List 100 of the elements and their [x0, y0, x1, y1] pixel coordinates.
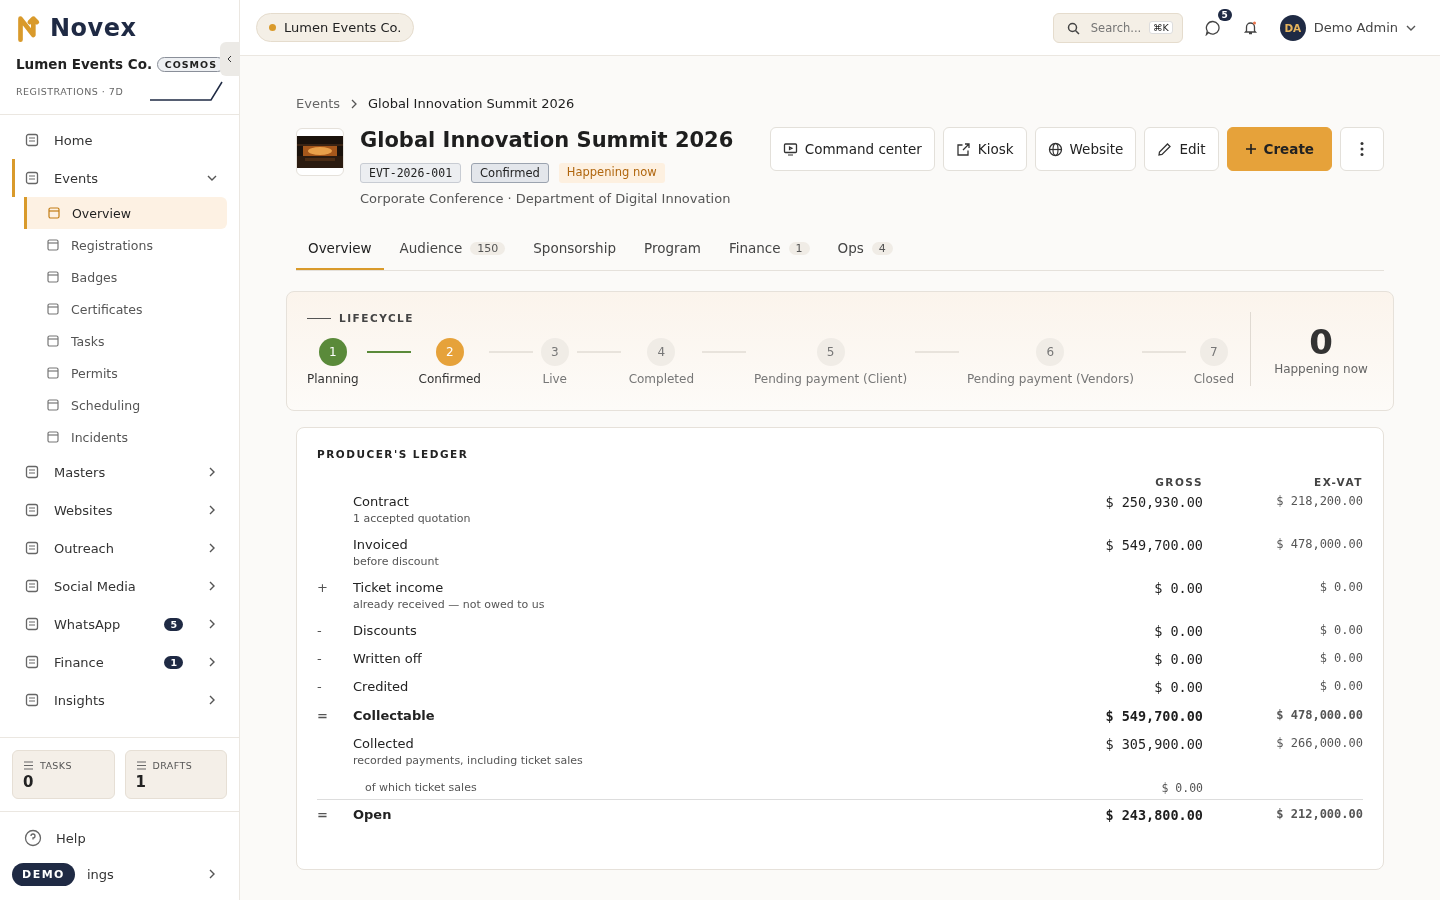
step-marker: 7: [1199, 338, 1228, 366]
step-label: Closed: [1193, 372, 1234, 386]
nav-item[interactable]: Help: [12, 820, 227, 856]
chevron-left-icon: [226, 55, 234, 63]
stat-card[interactable]: TASKS 0: [12, 750, 115, 799]
ex-vat-amount: $ 218,200.00: [1275, 494, 1363, 508]
section-title: PRODUCER'S LEDGER: [317, 448, 470, 460]
plus-icon: [1244, 143, 1257, 155]
external-link-icon: [955, 141, 971, 157]
tab[interactable]: Overview: [296, 230, 384, 270]
action-button[interactable]: Command center: [769, 127, 935, 171]
step-marker: 5: [816, 338, 845, 366]
create-button[interactable]: Create: [1226, 127, 1332, 171]
ledger-label: Ticket income: [353, 580, 445, 595]
document-icon: [46, 430, 60, 444]
breadcrumb-current: Global Innovation Summit 2026: [368, 96, 575, 111]
sign: =: [317, 708, 329, 723]
status-badge: Confirmed: [471, 163, 549, 183]
ledger-label: Collectable: [353, 708, 436, 723]
step-marker: 1: [318, 338, 347, 366]
nav-item[interactable]: Social Media: [12, 567, 227, 605]
tab[interactable]: Program: [632, 230, 713, 270]
count-badge: 4: [871, 241, 893, 255]
action-button[interactable]: Edit: [1144, 127, 1219, 171]
bell-icon: [1242, 20, 1258, 35]
nav-subitem[interactable]: Incidents: [24, 421, 227, 453]
gross-amount: $ 0.00: [1154, 651, 1203, 667]
nav-subitem[interactable]: Certificates: [24, 293, 227, 325]
breadcrumb-link[interactable]: Events: [296, 96, 340, 111]
nav-subitem[interactable]: Overview: [24, 197, 227, 229]
nav-item[interactable]: ings: [74, 856, 227, 892]
notifications-button[interactable]: [1242, 20, 1258, 35]
more-icon: [1360, 141, 1364, 157]
step-label: Pending payment (Vendors): [967, 372, 1134, 386]
ledger-label: Credited: [353, 679, 410, 694]
document-icon: [46, 398, 60, 412]
step-label: Pending payment (Client): [753, 372, 908, 386]
document-icon: [46, 334, 60, 348]
step-marker: 2: [435, 338, 464, 366]
tab[interactable]: Finance 1: [716, 230, 822, 270]
nav-subitem[interactable]: Tasks: [24, 325, 227, 357]
user-menu[interactable]: DA Demo Admin: [1279, 14, 1416, 41]
nav-item[interactable]: Insights: [12, 681, 227, 719]
live-badge: Happening now: [558, 163, 665, 183]
section-title: LIFECYCLE: [339, 312, 414, 324]
gross-amount: $ 0.00: [1161, 781, 1203, 795]
brand-name: Novex: [50, 14, 137, 42]
tab[interactable]: Audience 150: [387, 230, 518, 270]
chevron-right-icon: [207, 869, 217, 879]
step-marker: 3: [540, 338, 569, 366]
counter-label: Happening now: [1274, 362, 1368, 376]
sign: -: [317, 623, 323, 638]
gross-amount: $ 0.00: [1154, 679, 1203, 695]
nav-subitem[interactable]: Scheduling: [24, 389, 227, 421]
nav-item[interactable]: WhatsApp 5: [12, 605, 227, 643]
chevron-right-icon: [207, 543, 217, 553]
nav-subitem[interactable]: Registrations: [24, 229, 227, 261]
nav-subitem[interactable]: Permits: [24, 357, 227, 389]
step-label: Live: [542, 372, 567, 386]
count-badge: 5: [164, 617, 183, 631]
chevron-right-icon: [207, 505, 217, 515]
column-header: GROSS: [1154, 476, 1203, 488]
nav-item[interactable]: Masters: [12, 453, 227, 491]
ledger-note: before discount: [353, 555, 440, 568]
nav-item[interactable]: Websites: [12, 491, 227, 529]
monitor-icon: [782, 141, 798, 157]
search-icon: [1066, 21, 1080, 35]
sign: +: [317, 580, 329, 595]
ex-vat-amount: $ 0.00: [1318, 679, 1363, 693]
step-label: Planning: [307, 372, 359, 386]
count-badge: 1: [164, 655, 183, 669]
step-label: Completed: [628, 372, 695, 386]
nav-subitem[interactable]: Badges: [24, 261, 227, 293]
ledger-label: Discounts: [353, 623, 418, 638]
chevron-right-icon: [207, 657, 217, 667]
demo-badge: DEMO: [12, 862, 75, 886]
count-badge: 150: [470, 241, 506, 255]
tab[interactable]: Sponsorship: [521, 230, 628, 270]
gross-amount: $ 305,900.00: [1105, 736, 1203, 752]
organization-chip[interactable]: Lumen Events Co.: [256, 13, 415, 42]
stat-label: DRAFTS: [152, 760, 193, 771]
list-icon: [23, 760, 34, 771]
org-name: Lumen Events Co.: [16, 56, 153, 72]
stat-value: 1: [135, 773, 147, 791]
nav-item[interactable]: Home: [12, 121, 227, 159]
stat-card[interactable]: DRAFTS 1: [124, 750, 227, 799]
chevron-right-icon: [207, 581, 217, 591]
ledger-label: Open: [353, 807, 393, 822]
gross-amount: $ 0.00: [1154, 623, 1203, 639]
ex-vat-amount: $ 266,000.00: [1275, 736, 1363, 750]
count-badge: 5: [1217, 8, 1232, 21]
counter-value: 0: [1309, 322, 1333, 362]
gross-amount: $ 0.00: [1154, 580, 1203, 596]
nav-item[interactable]: Outreach: [12, 529, 227, 567]
tab[interactable]: Ops 4: [825, 230, 905, 270]
action-button[interactable]: Website: [1034, 127, 1137, 171]
ledger-note: 1 accepted quotation: [353, 512, 472, 525]
pencil-icon: [1157, 141, 1173, 157]
nav-item[interactable]: Finance 1: [12, 643, 227, 681]
action-button[interactable]: Kiosk: [942, 127, 1027, 171]
